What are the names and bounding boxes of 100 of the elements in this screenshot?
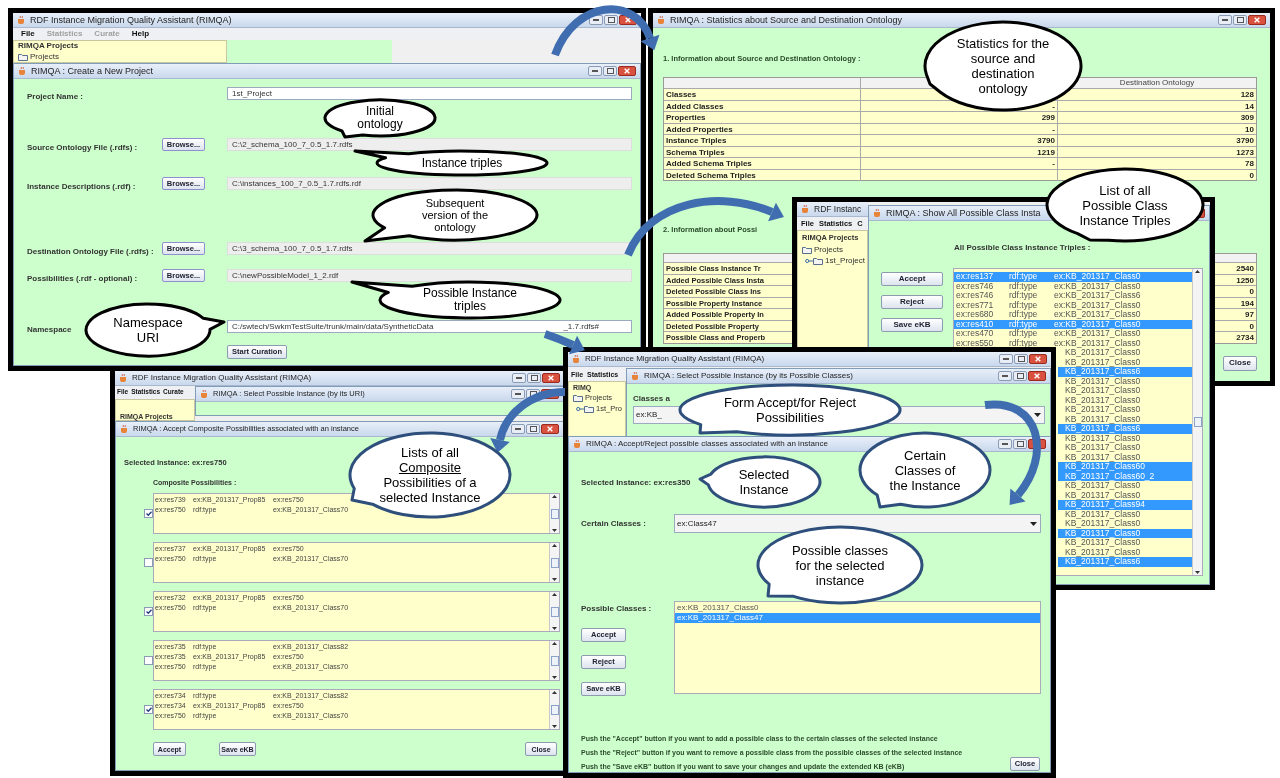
list-row[interactable]: ex:res746 rdf:type ex:KB_201317_Class6 <box>954 291 1192 301</box>
close-button[interactable] <box>1248 15 1266 25</box>
list-row[interactable]: ex:res746 rdf:type ex:KB_201317_Class0 <box>954 281 1192 291</box>
checkbox[interactable] <box>144 558 153 567</box>
scrollbar[interactable] <box>549 690 559 729</box>
maximize-icon <box>607 17 615 23</box>
coffee-cup-icon <box>120 424 129 434</box>
minimize-button[interactable] <box>589 15 603 25</box>
maximize-button[interactable] <box>604 15 618 25</box>
list-row[interactable]: KB_201317_Class0 <box>1058 509 1192 519</box>
coffee-cup-icon <box>573 439 582 449</box>
list-row[interactable]: KB_201317_Class0 <box>1058 395 1192 405</box>
list-row[interactable]: ex:res680 rdf:type ex:KB_201317_Class0 <box>954 310 1192 320</box>
scroll-down-icon <box>552 529 557 532</box>
scrollbar[interactable] <box>549 592 559 631</box>
close-button[interactable] <box>1029 354 1047 364</box>
menu-item[interactable]: Help <box>131 30 150 38</box>
input-field[interactable]: C:/swtech/SwkmTestSuite/trunk/main/data/SyntheticData _1.7.rdfs# <box>227 320 632 333</box>
list-row[interactable]: KB_201317_Class0 <box>1058 357 1192 367</box>
checkbox[interactable] <box>144 509 153 518</box>
list-row[interactable]: KB_201317_Class0 <box>1058 538 1192 548</box>
file-path-field[interactable]: C:\newPossibleModel_1_2.rdf <box>227 269 632 282</box>
dropdown-button[interactable] <box>1031 406 1045 424</box>
scrollbar[interactable] <box>549 641 559 680</box>
maximize-button[interactable] <box>526 389 540 399</box>
scrollbar[interactable] <box>1192 269 1202 575</box>
file-path-field[interactable]: C:\3_schema_100_7_0.5_1.7.rdfs <box>227 242 632 255</box>
list-row[interactable]: ex:res771 rdf:type ex:KB_201317_Class0 <box>954 300 1192 310</box>
maximize-button[interactable] <box>527 373 541 383</box>
list-row[interactable]: KB_201317_Class0 <box>1058 443 1192 453</box>
minimize-button[interactable] <box>511 424 525 434</box>
file-path-field[interactable]: C:\2_schema_100_7_0.5_1.7.rdfs <box>227 138 632 151</box>
maximize-icon <box>529 391 537 397</box>
maximize-button[interactable] <box>1013 371 1027 381</box>
list-row[interactable]: ex:res470 rdf:type ex:KB_201317_Class0 <box>954 329 1192 339</box>
callout-text: Subsequent version of the ontology <box>421 197 488 233</box>
maximize-button[interactable] <box>1013 439 1027 449</box>
maximize-button[interactable] <box>1014 354 1028 364</box>
checkbox[interactable] <box>144 607 153 616</box>
close-button[interactable] <box>1028 371 1046 381</box>
tree-item[interactable]: Projects <box>18 53 222 61</box>
table-cell-text: 2540 <box>1235 263 1255 274</box>
list-row[interactable]: ex:res550 rdf:type ex:KB_201317_Class0 <box>954 338 1192 348</box>
scroll-down-icon <box>552 578 557 581</box>
menu-item[interactable]: File <box>21 30 35 38</box>
close-button[interactable] <box>541 424 559 434</box>
maximize-button[interactable] <box>1233 15 1247 25</box>
list-row[interactable]: KB_201317_Class0 <box>1058 519 1192 529</box>
list-row[interactable]: KB_201317_Class0 <box>1058 433 1192 443</box>
close-button[interactable] <box>542 373 560 383</box>
list-row[interactable]: KB_201317_Class0 <box>1058 481 1192 491</box>
dialog-button[interactable]: Close <box>1223 355 1257 371</box>
list-row[interactable]: KB_201317_Class0 <box>1058 386 1192 396</box>
list-heading: All Possible Class Instance Triples : <box>954 243 1091 253</box>
maximize-icon <box>1017 356 1025 362</box>
window-title: RIMQA : Show All Possible Class Insta <box>886 208 1041 218</box>
list-row[interactable]: KB_201317_Class0 <box>1058 452 1192 462</box>
tree-item[interactable]: Projects <box>802 245 863 254</box>
minimize-button[interactable] <box>588 66 602 76</box>
window-title: RIMQA : Accept/Reject possible classes associated with an instance <box>586 440 828 448</box>
minimize-button[interactable] <box>999 354 1013 364</box>
list-row[interactable]: KB_201317_Class0 <box>1058 547 1192 557</box>
dropdown-field[interactable]: ex:Class47 <box>674 514 1041 533</box>
list-row[interactable]: KB_201317_Class0 <box>1058 348 1192 358</box>
close-button[interactable] <box>618 66 636 76</box>
scroll-up-icon <box>552 691 557 694</box>
input-field[interactable]: 1st_Project <box>227 87 632 100</box>
list-row[interactable]: KB_201317_Class0 <box>1058 376 1192 386</box>
list-row[interactable]: KB_201317_Class0 <box>1058 414 1192 424</box>
tree-item[interactable]: 1st_Project <box>813 256 866 265</box>
window-title: RDF Instanc <box>814 204 862 214</box>
close-button[interactable] <box>619 15 637 25</box>
scrollbar[interactable] <box>549 543 559 582</box>
maximize-button[interactable] <box>526 424 540 434</box>
scrollbar[interactable] <box>549 494 559 533</box>
field-label: Destination Ontology File (.rdfs) : <box>27 246 154 256</box>
checkbox[interactable] <box>144 656 153 665</box>
list-row[interactable]: KB_201317_Class0 <box>1058 490 1192 500</box>
coffee-cup-icon <box>572 354 581 364</box>
minimize-button[interactable] <box>511 389 525 399</box>
list-row[interactable]: ex:KB_201317_Class0 <box>675 603 1040 613</box>
checkmark-icon <box>145 609 152 614</box>
minimize-button[interactable] <box>512 373 526 383</box>
checkbox[interactable] <box>144 705 153 714</box>
close-icon <box>547 426 553 432</box>
minimize-button[interactable] <box>998 439 1012 449</box>
dialog-button[interactable]: Accept <box>881 272 943 286</box>
maximize-button[interactable] <box>603 66 617 76</box>
scroll-thumb-icon <box>550 704 559 715</box>
minimize-icon <box>1002 375 1008 377</box>
list-row[interactable]: KB_201317_Class0 <box>1058 405 1192 415</box>
file-path-field[interactable]: C:\instances_100_7_0.5_1.7.rdfs.rdf <box>227 177 632 190</box>
minimize-button[interactable] <box>998 371 1012 381</box>
dropdown-field[interactable]: ex:KB_ <box>633 406 679 424</box>
panel-title: RIMQA Projects <box>18 42 80 50</box>
dialog-button[interactable]: Reject <box>881 295 943 309</box>
table-cell-text: 78 <box>1244 158 1255 169</box>
dialog-button[interactable]: Save eKB <box>881 318 943 332</box>
field-label: Namespace <box>27 324 72 334</box>
minimize-button[interactable] <box>1218 15 1232 25</box>
